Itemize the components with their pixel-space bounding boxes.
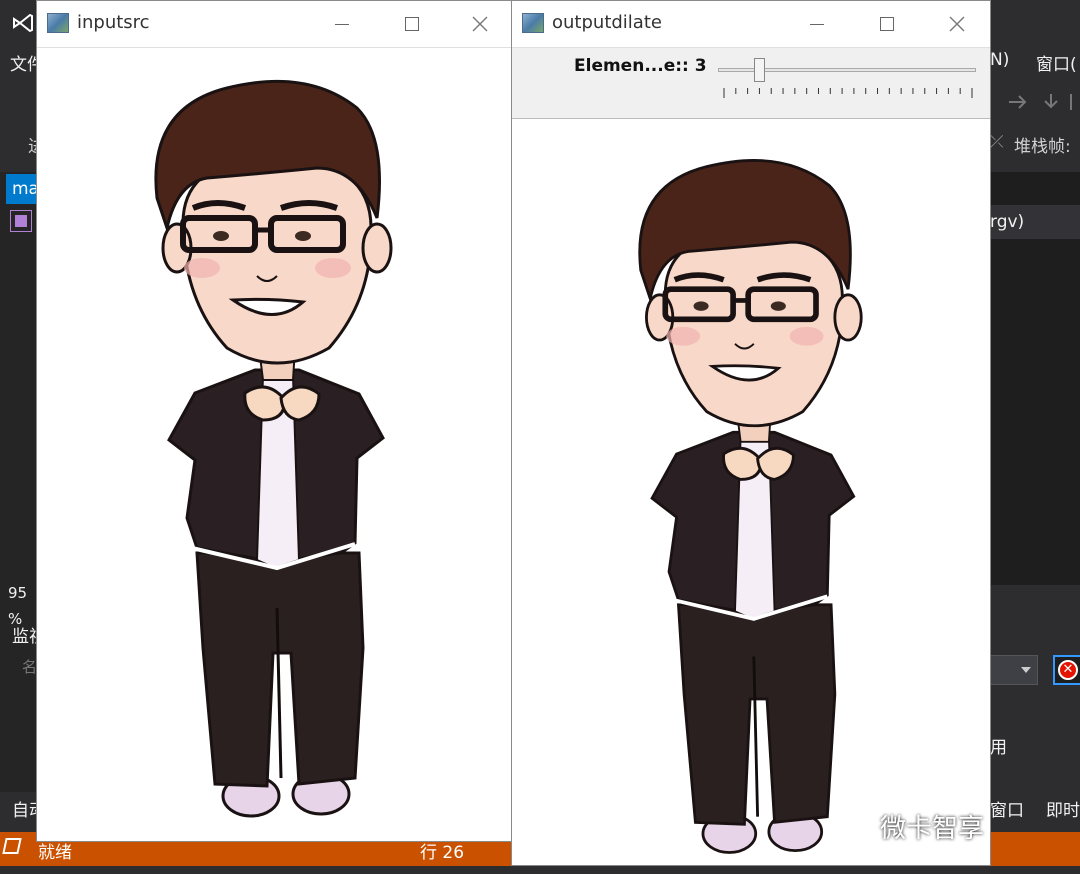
chevron-down-icon xyxy=(1021,667,1031,673)
output-image-canvas[interactable] xyxy=(512,119,990,865)
function-signature-fragment: rgv) xyxy=(990,205,1080,239)
error-icon: ✕ xyxy=(1058,660,1078,680)
taskbar-strip xyxy=(0,866,1080,874)
input-image-window[interactable]: inputsrc xyxy=(36,0,512,842)
maximize-button[interactable] xyxy=(397,9,427,39)
close-button[interactable] xyxy=(465,9,495,39)
minimize-icon xyxy=(335,24,349,25)
window-title: inputsrc xyxy=(77,12,150,33)
windows-tab[interactable]: 窗口 xyxy=(990,796,1024,821)
minimize-icon xyxy=(810,24,824,25)
window-title-bar[interactable]: outputdilate xyxy=(512,1,990,48)
trackbar-panel: Elemen...e:: 3 xyxy=(512,48,990,119)
watch-name-column-header[interactable]: 名 xyxy=(22,656,37,677)
close-button[interactable] xyxy=(942,9,972,39)
window-title: outputdilate xyxy=(552,12,662,33)
stack-frame-icon: ⤫ xyxy=(990,132,1004,152)
cartoon-man-image xyxy=(154,79,393,818)
output-image-window[interactable]: outputdilate Elemen...e:: 3 xyxy=(511,0,991,866)
menu-help-fragment[interactable]: N) xyxy=(990,50,1009,70)
input-image-canvas[interactable] xyxy=(37,48,511,841)
vs-right-tool-area xyxy=(990,585,1080,795)
opencv-window-icon xyxy=(522,13,544,33)
zoom-level[interactable]: 95 % xyxy=(0,580,40,628)
minimize-button[interactable] xyxy=(327,9,357,39)
trackbar-label: Elemen...e:: 3 xyxy=(574,56,707,76)
trackbar-thumb[interactable] xyxy=(753,58,765,82)
maximize-icon xyxy=(405,17,419,31)
watermark-text: 微卡智享 xyxy=(880,814,985,844)
output-window-icon[interactable] xyxy=(2,838,22,854)
debug-step-icons[interactable] xyxy=(1005,92,1075,112)
maximize-icon xyxy=(880,17,894,31)
document-tab[interactable]: ma xyxy=(6,174,40,204)
right-column-label: 用 xyxy=(990,738,1007,758)
stack-frame-label: 堆栈帧: xyxy=(1014,137,1071,157)
menu-window[interactable]: 窗口( xyxy=(1036,50,1077,75)
opencv-window-icon xyxy=(47,13,69,33)
minimize-button[interactable] xyxy=(802,9,832,39)
dilated-cartoon-man-image xyxy=(512,129,990,865)
maximize-button[interactable] xyxy=(872,9,902,39)
vs-left-editor-strip xyxy=(0,172,40,792)
trackbar-ticks xyxy=(723,88,973,98)
errors-toggle-button[interactable]: ✕ xyxy=(1053,655,1080,685)
window-title-bar[interactable]: inputsrc xyxy=(37,1,511,48)
immediate-window-tab[interactable]: 即时 xyxy=(1046,796,1080,821)
close-icon xyxy=(472,16,488,32)
visual-studio-logo-icon xyxy=(13,13,33,33)
close-icon xyxy=(949,16,965,32)
errors-filter-dropdown[interactable] xyxy=(990,655,1038,685)
class-view-icon[interactable] xyxy=(10,210,32,232)
